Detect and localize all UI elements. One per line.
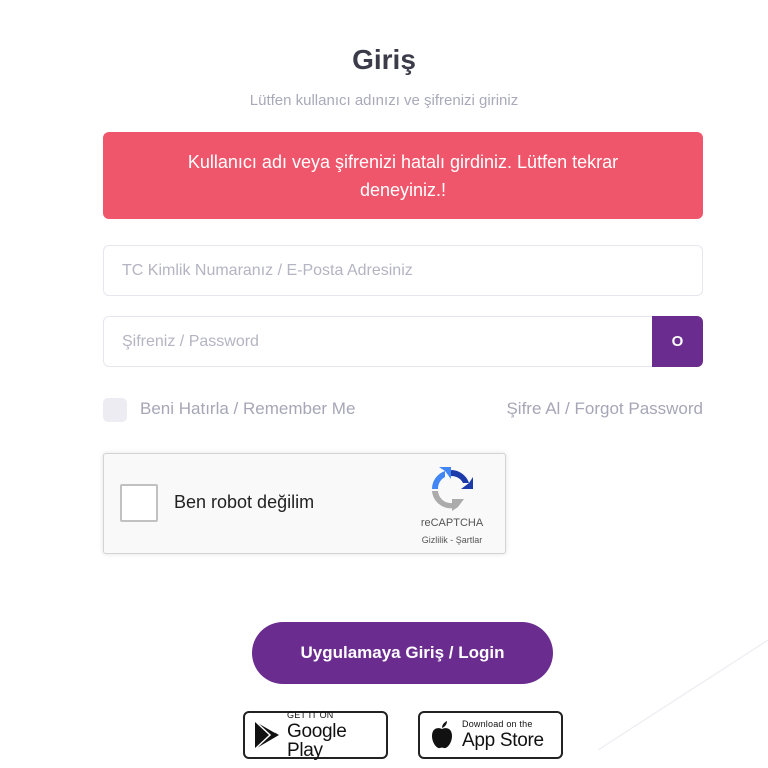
remember-me-checkbox[interactable] — [103, 398, 127, 422]
username-input[interactable] — [103, 245, 703, 296]
google-play-small-text: GET IT ON — [287, 709, 334, 720]
recaptcha-label: Ben robot değilim — [174, 492, 315, 512]
google-play-big-text: Google Play — [287, 720, 347, 761]
error-alert: Kullanıcı adı veya şifrenizi hatalı gird… — [103, 132, 703, 219]
page-subtitle: Lütfen kullanıcı adınızı ve şifrenizi gi… — [249, 92, 519, 109]
login-page: Giriş Lütfen kullanıcı adınızı ve şifren… — [0, 0, 768, 768]
recaptcha-brand: reCAPTCHA — [420, 517, 484, 529]
password-input[interactable] — [103, 316, 655, 367]
recaptcha-checkbox[interactable] — [120, 484, 158, 522]
app-store-small-text: Download on the — [462, 719, 533, 729]
recaptcha-terms-link[interactable]: Gizlilik - Şartlar — [404, 535, 500, 545]
remember-me-label[interactable]: Beni Hatırla / Remember Me — [140, 399, 355, 419]
app-store-badge[interactable]: Download on the App Store — [418, 711, 563, 759]
apple-icon — [432, 721, 452, 749]
decorative-line — [598, 640, 768, 750]
error-alert-message: Kullanıcı adı veya şifrenizi hatalı gird… — [187, 151, 619, 200]
login-button[interactable]: Uygulamaya Giriş / Login — [252, 622, 553, 684]
google-play-badge[interactable]: GET IT ON Google Play — [243, 709, 388, 761]
recaptcha-logo-icon — [432, 467, 473, 511]
show-password-label: O — [671, 333, 684, 350]
page-title: Giriş — [352, 44, 416, 75]
recaptcha-widget: Ben robot değilim reCAPTCHA Gizlilik - Ş… — [103, 453, 506, 554]
show-password-button[interactable]: O — [652, 316, 703, 367]
forgot-password-link[interactable]: Şifre Al / Forgot Password — [506, 399, 703, 419]
app-store-big-text: App Store — [462, 730, 544, 751]
google-play-icon — [254, 720, 279, 750]
